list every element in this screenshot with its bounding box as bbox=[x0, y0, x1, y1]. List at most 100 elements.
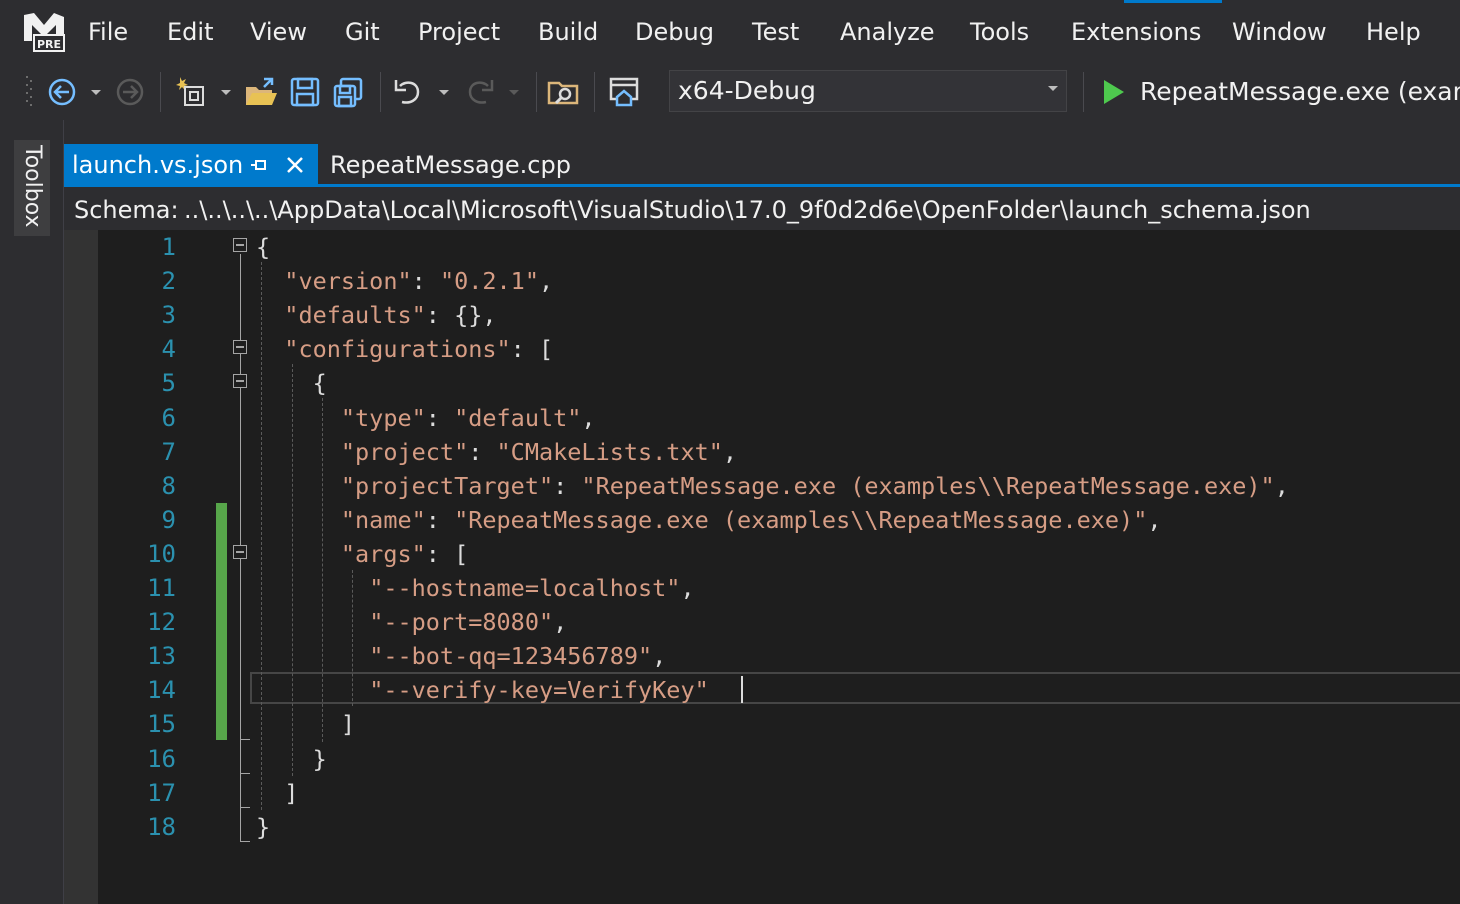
chevron-down-icon bbox=[509, 90, 519, 95]
code-line[interactable]: "--port=8080", bbox=[256, 605, 567, 639]
schema-path[interactable]: ..\..\..\..\AppData\Local\Microsoft\Visu… bbox=[184, 188, 1311, 230]
save-button[interactable] bbox=[287, 74, 323, 110]
open-file-button[interactable] bbox=[243, 74, 279, 110]
code-line[interactable]: "version": "0.2.1", bbox=[256, 264, 553, 298]
code-line[interactable]: "configurations": [ bbox=[256, 332, 553, 366]
json-key: "projectTarget" bbox=[340, 471, 554, 500]
json-string: "--hostname=localhost" bbox=[369, 574, 681, 602]
menu-project[interactable]: Project bbox=[414, 14, 504, 50]
new-project-icon bbox=[176, 77, 204, 106]
start-debugging-play-icon[interactable] bbox=[1102, 78, 1126, 106]
redo-icon bbox=[468, 80, 494, 104]
line-number: 9 bbox=[161, 505, 176, 534]
menu-window[interactable]: Window bbox=[1228, 14, 1331, 50]
code-line[interactable]: "name": "RepeatMessage.exe (examples\\Re… bbox=[256, 503, 1162, 537]
menu-file[interactable]: File bbox=[84, 14, 132, 50]
toolbar-grip-icon[interactable] bbox=[25, 74, 33, 110]
code-line[interactable]: { bbox=[256, 230, 270, 264]
json-string: "RepeatMessage.exe (examples\\RepeatMess… bbox=[581, 471, 1275, 500]
redo-button[interactable] bbox=[462, 74, 498, 110]
editor-glyph-margin[interactable] bbox=[64, 230, 98, 904]
line-number: 13 bbox=[147, 642, 176, 671]
line-number: 16 bbox=[147, 744, 176, 773]
undo-dropdown[interactable] bbox=[430, 74, 458, 110]
navigate-forward-button[interactable] bbox=[112, 74, 148, 110]
json-key: "version" bbox=[284, 267, 412, 296]
json-punctuation: , bbox=[680, 574, 695, 602]
code-line[interactable]: "--verify-key=VerifyKey" bbox=[256, 673, 709, 707]
menu-edit[interactable]: Edit bbox=[163, 14, 217, 50]
start-debugging-target[interactable]: RepeatMessage.exe (examp bbox=[1140, 72, 1460, 112]
menu-extensions[interactable]: Extensions bbox=[1067, 14, 1205, 50]
collapse-region-toggle[interactable] bbox=[233, 545, 247, 559]
code-line[interactable]: } bbox=[256, 810, 270, 844]
switch-views-button[interactable] bbox=[606, 74, 642, 110]
standard-toolbar: x64-Debug RepeatMessage.exe (examp bbox=[0, 64, 1460, 120]
indent-guide bbox=[292, 364, 293, 776]
pin-icon[interactable] bbox=[250, 156, 268, 174]
chevron-down-icon bbox=[221, 90, 231, 95]
json-punctuation bbox=[256, 438, 341, 466]
menu-bar: PRE File Edit View Git Project Build Deb… bbox=[0, 0, 1460, 64]
code-line[interactable]: "defaults": {}, bbox=[256, 298, 496, 332]
line-number: 8 bbox=[161, 471, 176, 500]
json-punctuation: : bbox=[425, 403, 455, 432]
tab-launch-vs-json[interactable]: launch.vs.json bbox=[64, 144, 318, 184]
solution-explorer-home-icon bbox=[609, 77, 639, 107]
save-all-button[interactable] bbox=[330, 74, 366, 110]
code-line[interactable]: "args": [ bbox=[256, 537, 468, 571]
toolbox-tab-label[interactable]: Toolbox bbox=[20, 145, 45, 228]
json-punctuation: : bbox=[468, 437, 497, 466]
visual-studio-logo-icon[interactable]: PRE bbox=[22, 11, 66, 53]
forward-arrow-icon bbox=[116, 78, 144, 106]
collapse-region-toggle[interactable] bbox=[233, 238, 247, 252]
code-line[interactable]: ] bbox=[256, 707, 355, 741]
folder-search-icon bbox=[547, 81, 579, 105]
json-punctuation bbox=[256, 472, 341, 500]
json-string: "--verify-key=VerifyKey" bbox=[369, 676, 709, 705]
schema-label: Schema: bbox=[74, 196, 179, 224]
json-punctuation bbox=[256, 404, 341, 432]
outline-end bbox=[240, 773, 250, 774]
indent-guide bbox=[322, 398, 323, 742]
solution-configuration-select[interactable]: x64-Debug bbox=[669, 70, 1067, 112]
json-punctuation: : bbox=[425, 505, 455, 534]
menu-help[interactable]: Help bbox=[1362, 14, 1425, 50]
menu-test[interactable]: Test bbox=[748, 14, 803, 50]
tab-repeatmessage-cpp[interactable]: RepeatMessage.cpp bbox=[320, 144, 581, 184]
collapse-region-toggle[interactable] bbox=[233, 340, 247, 354]
close-icon[interactable] bbox=[286, 156, 304, 174]
new-item-dropdown[interactable] bbox=[212, 74, 240, 110]
navigate-back-button[interactable] bbox=[44, 74, 80, 110]
line-number: 18 bbox=[147, 812, 176, 841]
menu-git[interactable]: Git bbox=[341, 14, 384, 50]
code-line[interactable]: ] bbox=[256, 776, 298, 810]
find-in-files-button[interactable] bbox=[546, 74, 582, 110]
line-number: 17 bbox=[147, 778, 176, 807]
navigate-back-dropdown[interactable] bbox=[82, 74, 110, 110]
line-number: 11 bbox=[147, 574, 176, 602]
code-line[interactable]: "--bot-qq=123456789", bbox=[256, 639, 666, 673]
json-punctuation: : [ bbox=[510, 335, 554, 364]
collapse-region-toggle[interactable] bbox=[233, 374, 247, 388]
json-punctuation: : [ bbox=[425, 539, 469, 568]
menu-view[interactable]: View bbox=[246, 14, 311, 50]
line-number: 6 bbox=[161, 403, 176, 432]
redo-dropdown[interactable] bbox=[500, 74, 528, 110]
undo-button[interactable] bbox=[390, 74, 426, 110]
logo-badge: PRE bbox=[37, 38, 61, 51]
code-line[interactable]: "projectTarget": "RepeatMessage.exe (exa… bbox=[256, 469, 1289, 503]
menu-tools[interactable]: Tools bbox=[966, 14, 1033, 50]
json-punctuation bbox=[256, 506, 341, 534]
code-line[interactable]: "project": "CMakeLists.txt", bbox=[256, 435, 737, 469]
menu-analyze[interactable]: Analyze bbox=[836, 14, 939, 50]
schema-bar: Schema: ..\..\..\..\AppData\Local\Micros… bbox=[64, 188, 1460, 230]
line-number: 7 bbox=[161, 437, 176, 466]
code-line[interactable]: "type": "default", bbox=[256, 401, 596, 435]
new-item-button[interactable] bbox=[174, 74, 210, 110]
toolbar-separator bbox=[536, 72, 537, 112]
menu-debug[interactable]: Debug bbox=[631, 14, 718, 50]
left-tool-window-strip bbox=[0, 120, 64, 904]
menu-build[interactable]: Build bbox=[534, 14, 602, 50]
undo-icon bbox=[394, 80, 420, 104]
